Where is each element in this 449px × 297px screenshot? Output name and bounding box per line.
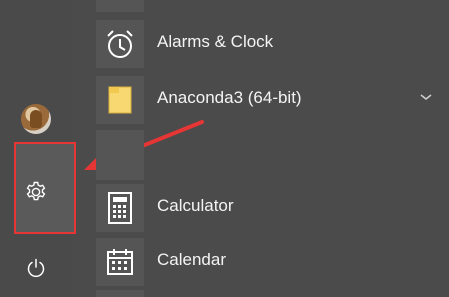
app-label: Calendar xyxy=(157,250,226,269)
app-list-item[interactable]: Calendar xyxy=(96,238,449,286)
start-menu: Alarms & Clock Anaconda3 (64-bit) Calcul… xyxy=(0,0,449,297)
app-label: Anaconda3 (64-bit) xyxy=(157,88,302,107)
chevron-down-icon[interactable] xyxy=(418,89,434,105)
user-avatar[interactable] xyxy=(21,104,51,134)
app-list-item[interactable]: Alarms & Clock xyxy=(96,20,449,68)
app-list-item[interactable]: Anaconda3 (64-bit) xyxy=(96,76,449,124)
alarm-clock-icon xyxy=(96,20,144,68)
partial-app-tile xyxy=(96,130,144,180)
partial-app-tile xyxy=(96,0,144,12)
power-icon[interactable] xyxy=(22,254,50,282)
app-label: Calculator xyxy=(157,196,234,215)
calendar-icon xyxy=(96,238,144,286)
partial-app-tile xyxy=(96,290,144,297)
settings-highlight-box xyxy=(14,142,76,234)
app-label: Alarms & Clock xyxy=(157,32,274,51)
app-list-item[interactable]: Calculator xyxy=(96,184,449,232)
calculator-icon xyxy=(96,184,144,232)
folder-icon xyxy=(96,76,144,124)
